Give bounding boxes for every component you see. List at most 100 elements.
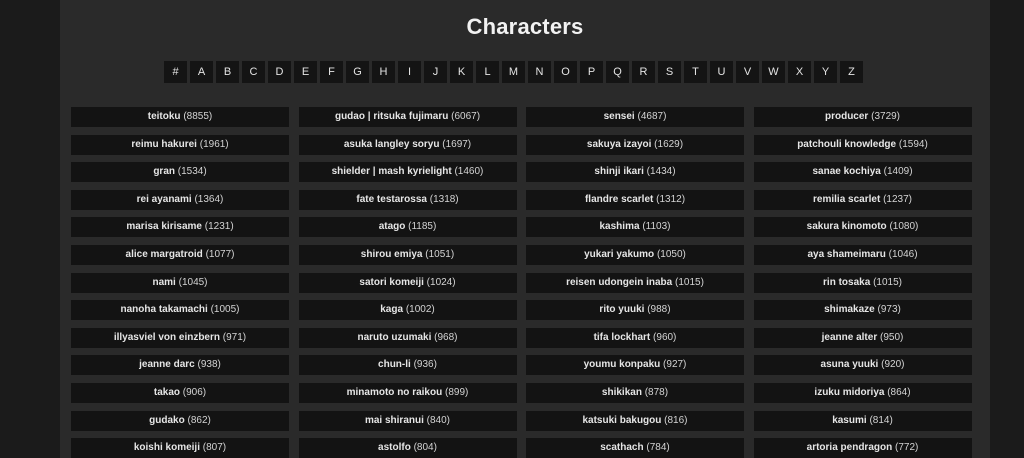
letter-filter-n[interactable]: N [528,61,551,83]
character-link[interactable]: producer (3729) [753,107,972,127]
character-link[interactable]: marisa kirisame (1231) [71,217,289,238]
letter-filter-g[interactable]: G [346,61,369,83]
character-link[interactable]: nami (1045) [71,272,289,293]
character-link[interactable]: gudao | ritsuka fujimaru (6067) [298,107,517,127]
character-link[interactable]: shinji ikari (1434) [526,162,744,183]
character-link[interactable]: chun-li (936) [298,355,517,376]
character-link[interactable]: naruto uzumaki (968) [298,327,517,348]
character-list: teitoku (8855) gudao | ritsuka fujimaru (… [71,107,972,458]
character-link[interactable]: alice margatroid (1077) [71,244,289,265]
letter-filter-r[interactable]: R [632,61,655,83]
letter-filter-u[interactable]: U [710,61,733,83]
letter-filter-j[interactable]: J [424,61,447,83]
character-link[interactable]: katsuki bakugou (816) [526,410,744,431]
character-link[interactable]: youmu konpaku (927) [526,355,744,376]
letter-filter-a[interactable]: A [190,61,213,83]
character-link[interactable]: scathach (784) [526,438,744,458]
character-link[interactable]: fate testarossa (1318) [298,189,517,210]
letter-filter-v[interactable]: V [736,61,759,83]
character-link[interactable]: reimu hakurei (1961) [71,134,289,155]
character-link[interactable]: flandre scarlet (1312) [526,189,744,210]
character-link[interactable]: patchouli knowledge (1594) [753,134,972,155]
character-link[interactable]: nanoha takamachi (1005) [71,300,289,321]
character-name: asuka langley soryu [343,138,440,150]
letter-filter-i[interactable]: I [398,61,421,83]
character-count: (4687) [637,111,667,122]
letter-filter-w[interactable]: W [762,61,785,83]
character-link[interactable]: kasumi (814) [753,410,972,431]
letter-filter-c[interactable]: C [242,61,265,83]
character-link[interactable]: sakura kinomoto (1080) [753,217,972,238]
character-link[interactable]: kaga (1002) [298,300,517,321]
character-name: rei ayanami [136,193,192,205]
character-link[interactable]: shimakaze (973) [753,300,972,321]
letter-filter-m[interactable]: M [502,61,525,83]
character-link[interactable]: koishi komeiji (807) [71,438,289,458]
character-name: chun-li [378,359,411,371]
character-link[interactable]: remilia scarlet (1237) [753,189,972,210]
letter-filter-o[interactable]: O [554,61,577,83]
character-link[interactable]: izuku midoriya (864) [753,382,972,403]
letter-filter-z[interactable]: Z [840,61,863,83]
character-link[interactable]: jeanne darc (938) [71,355,289,376]
character-link[interactable]: rei ayanami (1364) [71,189,289,210]
character-name: marisa kirisame [126,221,202,233]
character-link[interactable]: astolfo (804) [298,438,517,458]
character-link[interactable]: satori komeiji (1024) [298,272,517,293]
character-name: naruto uzumaki [357,331,432,343]
character-name: sakuya izayoi [586,138,652,150]
character-link[interactable]: mai shiranui (840) [298,410,517,431]
character-link[interactable]: asuna yuuki (920) [753,355,972,376]
character-link[interactable]: asuka langley soryu (1697) [298,134,517,155]
character-link[interactable]: illyasviel von einzbern (971) [71,327,289,348]
letter-filter-p[interactable]: P [580,61,603,83]
letter-filter-b[interactable]: B [216,61,239,83]
character-link[interactable]: rito yuuki (988) [526,300,744,321]
character-count: (920) [881,359,905,371]
letter-filter-l[interactable]: L [476,61,499,83]
character-name: katsuki bakugou [582,414,662,426]
letter-filter-f[interactable]: F [320,61,343,83]
character-link[interactable]: teitoku (8855) [71,107,289,127]
letter-filter-k[interactable]: K [450,61,473,83]
character-link[interactable]: sakuya izayoi (1629) [526,134,744,155]
character-name: shikikan [601,386,642,398]
character-count: (1045) [178,276,208,288]
character-count: (1002) [405,304,435,316]
character-link[interactable]: reisen udongein inaba (1015) [526,272,744,293]
letter-filter-t[interactable]: T [684,61,707,83]
character-link[interactable]: tifa lockhart (960) [526,327,744,348]
letter-filter-d[interactable]: D [268,61,291,83]
character-link[interactable]: sensei (4687) [526,107,744,127]
character-link[interactable]: yukari yakumo (1050) [526,244,744,265]
character-name: aya shameimaru [807,248,886,260]
character-link[interactable]: gran (1534) [71,162,289,183]
character-link[interactable]: shielder | mash kyrielight (1460) [298,162,517,183]
character-link[interactable]: takao (906) [71,382,289,403]
letter-filter-y[interactable]: Y [814,61,837,83]
letter-filter-q[interactable]: Q [606,61,629,83]
letter-filter-h[interactable]: H [372,61,395,83]
character-link[interactable]: jeanne alter (950) [753,327,972,348]
character-count: (814) [869,414,893,426]
character-name: jeanne darc [139,359,195,371]
character-link[interactable]: sanae kochiya (1409) [753,162,972,183]
character-count: (936) [413,359,437,371]
letter-filter-hash[interactable]: # [164,61,187,83]
character-count: (1364) [194,193,224,205]
character-count: (1318) [429,193,459,205]
character-link[interactable]: gudako (862) [71,410,289,431]
character-link[interactable]: aya shameimaru (1046) [753,244,972,265]
character-link[interactable]: artoria pendragon (772) [753,438,972,458]
character-link[interactable]: kashima (1103) [526,217,744,238]
character-name: sakura kinomoto [806,221,887,233]
character-count: (1460) [454,166,484,178]
character-link[interactable]: atago (1185) [298,217,517,238]
letter-filter-e[interactable]: E [294,61,317,83]
character-link[interactable]: shirou emiya (1051) [298,244,517,265]
character-link[interactable]: minamoto no raikou (899) [298,382,517,403]
character-link[interactable]: shikikan (878) [526,382,744,403]
character-link[interactable]: rin tosaka (1015) [753,272,972,293]
letter-filter-s[interactable]: S [658,61,681,83]
letter-filter-x[interactable]: X [788,61,811,83]
